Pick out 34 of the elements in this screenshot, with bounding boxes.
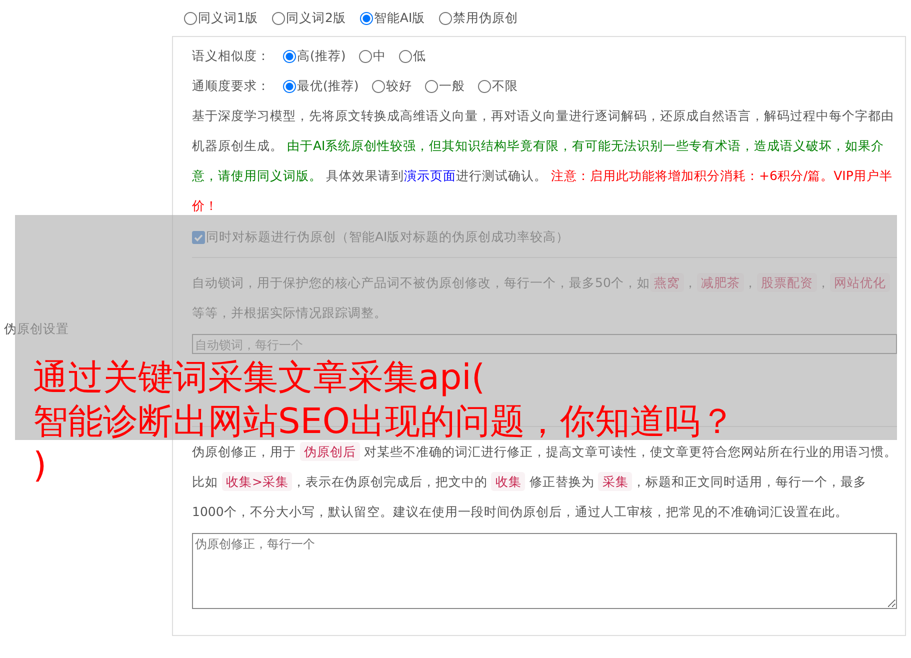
radio-icon[interactable] xyxy=(360,12,373,24)
radio-option[interactable]: 中 xyxy=(358,48,386,64)
radio-option[interactable]: 最优(推荐) xyxy=(283,78,359,94)
radio-icon[interactable] xyxy=(184,12,197,24)
version-option[interactable]: 同义词2版 xyxy=(272,10,346,26)
radio-icon[interactable] xyxy=(398,50,412,62)
radio-icon[interactable] xyxy=(478,80,491,92)
ai-description: 基于深度学习模型，先将原文转换成高维语义向量，再对语义向量进行逐词解码，还原成自然语言，解码过程中每个字都由机器原创生成。 由于AI系统原创性较强，但其知识结构毕竟有限，有可能无法识别一些专有术语，造成语义破坏，如果介意，请使用同义词版。 具体效果请到演示页面进行测试确认。 注意：启用此功能将增加积分消耗：+6积分/篇。VIP用户半价！ xyxy=(192,107,895,215)
banner-title: ) xyxy=(33,445,47,488)
version-option[interactable]: 同义词1版 xyxy=(184,10,258,26)
help-text: 自动锁词，用于保护您的核心产品词不被伪原创修改，每行一个，最多50个，如 燕窝 ， 减肥茶 ， 股票配资 ， 网站优化 等等，并根据实际情况跟踪调整。 xyxy=(192,268,897,328)
version-option[interactable]: 智能AI版 xyxy=(360,10,426,26)
radio-option[interactable]: 高(推荐) xyxy=(283,48,346,64)
banner-title: 通过关键词采集文章采集api( xyxy=(33,357,486,400)
version-option[interactable]: 禁用伪原创 xyxy=(439,10,518,26)
radio-icon[interactable] xyxy=(283,50,296,62)
words-textarea[interactable]: 伪原创修正，每行一个 xyxy=(192,533,897,609)
radio-option[interactable]: 不限 xyxy=(478,78,518,94)
option-label: 通顺度要求： xyxy=(192,78,270,94)
radio-icon[interactable] xyxy=(283,80,296,92)
radio-icon[interactable] xyxy=(358,50,372,62)
help-text: 伪原创修正，用于 伪原创后 对某些不准确的词汇进行修正，提高文章可读性，使文章更符合您网站所在行业的用语习惯。比如 收集>采集 ，表示在伪原创完成后，把文中的 收集 修正替换为 采集 ，标题和正文同时适用，每行一个，最多1000个，不分大小写，默认留空。建议在使用一段时间伪原创后，通过人工审核，把常见的不准确词汇设置在此。 xyxy=(192,441,897,521)
radio-icon[interactable] xyxy=(424,80,438,92)
radio-option[interactable]: 一般 xyxy=(424,78,465,94)
banner-title: 智能诊断出网站SEO出现的问题，你知道吗？ xyxy=(33,401,735,444)
radio-icon[interactable] xyxy=(372,80,385,92)
option-label: 语义相似度： xyxy=(192,48,270,64)
checkbox-icon[interactable] xyxy=(192,230,205,244)
radio-icon[interactable] xyxy=(439,12,452,24)
radio-icon[interactable] xyxy=(272,12,285,24)
radio-option[interactable]: 较好 xyxy=(372,78,412,94)
demo-link[interactable]: 演示页面 xyxy=(404,168,456,183)
settings-label: 伪原创设置 xyxy=(4,320,69,338)
radio-option[interactable]: 低 xyxy=(398,48,426,64)
